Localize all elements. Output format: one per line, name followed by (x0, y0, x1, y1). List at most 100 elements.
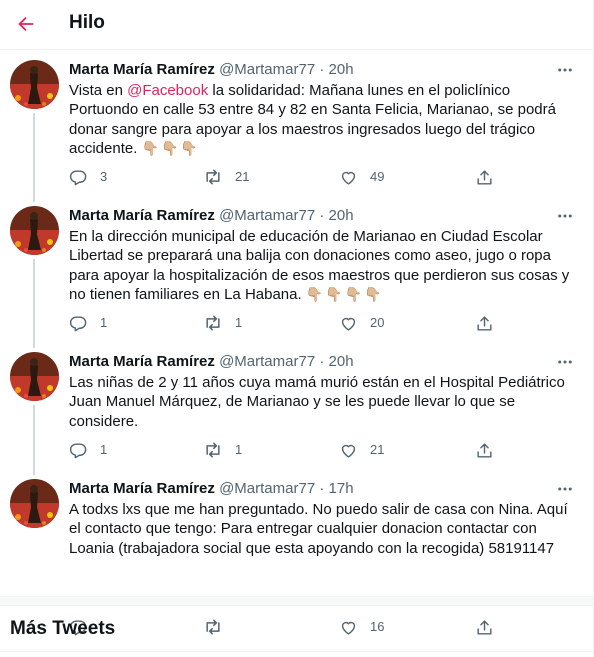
tweet-text: Vista en @Facebook la solidaridad: Mañan… (69, 81, 574, 159)
divider (0, 651, 593, 652)
reply-button[interactable]: 3 (69, 167, 107, 187)
back-button[interactable] (14, 12, 38, 36)
share-button[interactable] (475, 617, 494, 637)
page-title: Hilo (69, 12, 105, 33)
thread-line (33, 113, 35, 200)
tweet-text: A todxs lxs que me han preguntado. No pu… (69, 500, 574, 558)
timestamp[interactable]: 20h (329, 207, 354, 224)
emoji: 👇🏼👇🏼👇🏼👇🏼 (305, 286, 384, 303)
author-name[interactable]: Marta María Ramírez (69, 61, 215, 78)
reply-bubble-icon (69, 315, 87, 331)
mention-link[interactable]: @Facebook (127, 82, 208, 99)
author-handle[interactable]: @Martamar77 (219, 353, 315, 370)
tweet-text: En la dirección municipal de educación d… (69, 227, 574, 305)
more-dots-icon (558, 487, 572, 491)
retweet-button[interactable] (203, 617, 235, 637)
section-separator (0, 596, 593, 606)
arrow-left-icon (18, 16, 34, 32)
retweet-count: 1 (235, 442, 243, 457)
like-count: 20 (370, 315, 385, 330)
tweet-actions: 1 1 20 (69, 313, 499, 333)
tweet-text-part: Vista en (69, 82, 128, 99)
timestamp[interactable]: 20h (329, 353, 354, 370)
like-button[interactable]: 16 (339, 617, 384, 637)
avatar[interactable] (10, 352, 59, 401)
more-button[interactable] (555, 479, 575, 499)
tweet-header: Marta María Ramírez @Martamar77 · 20h (69, 352, 354, 372)
like-button[interactable]: 49 (339, 167, 384, 187)
more-tweets-heading: Más Tweets (10, 618, 116, 639)
tweet-actions: 3 21 49 (69, 167, 499, 187)
share-button[interactable] (475, 440, 494, 460)
share-button[interactable] (475, 313, 494, 333)
retweet-icon (206, 315, 220, 331)
tweet-header: Marta María Ramírez @Martamar77 · 20h (69, 206, 354, 226)
tweet-actions: 1 1 21 (69, 440, 499, 460)
timestamp[interactable]: 17h (329, 480, 354, 497)
tweet-text-part: Las niñas de 2 y 11 años cuya mamá murió… (69, 374, 565, 430)
share-icon (477, 315, 492, 331)
tweet-header: Marta María Ramírez @Martamar77 · 17h (69, 479, 354, 499)
more-button[interactable] (555, 60, 575, 80)
reply-button[interactable]: 1 (69, 313, 107, 333)
share-icon (477, 619, 492, 635)
thread-line (33, 405, 35, 473)
thread-line (33, 342, 35, 348)
more-button[interactable] (555, 352, 575, 372)
tweet[interactable]: Marta María Ramírez @Martamar77 · 20h Vi… (0, 50, 593, 200)
retweet-button[interactable]: 1 (203, 440, 242, 460)
like-button[interactable]: 20 (339, 313, 384, 333)
thread-line (33, 196, 35, 202)
like-count: 49 (370, 169, 385, 184)
tweet-text-part: A todxs lxs que me han preguntado. No pu… (69, 501, 568, 557)
heart-icon (341, 317, 356, 331)
like-button[interactable]: 21 (339, 440, 384, 460)
avatar[interactable] (10, 60, 59, 109)
thread-page: Hilo Marta María Ramírez @Martamar77 · 2… (0, 0, 594, 657)
share-button[interactable] (475, 167, 494, 187)
retweet-count: 21 (235, 169, 250, 184)
more-dots-icon (558, 360, 572, 364)
author-handle[interactable]: @Martamar77 (219, 207, 315, 224)
author-handle[interactable]: @Martamar77 (219, 480, 315, 497)
author-name[interactable]: Marta María Ramírez (69, 207, 215, 224)
reply-count: 3 (100, 169, 108, 184)
like-count: 16 (370, 619, 385, 634)
reply-button[interactable]: 1 (69, 440, 107, 460)
heart-icon (341, 171, 356, 185)
reply-count: 1 (100, 442, 108, 457)
author-name[interactable]: Marta María Ramírez (69, 353, 215, 370)
author-handle[interactable]: @Martamar77 (219, 61, 315, 78)
reply-bubble-icon (69, 169, 87, 185)
retweet-button[interactable]: 1 (203, 313, 242, 333)
reply-count: 1 (100, 315, 108, 330)
separator-dot: · (319, 207, 325, 224)
heart-icon (341, 621, 356, 635)
more-button[interactable] (555, 206, 575, 226)
retweet-count: 1 (235, 315, 243, 330)
more-dots-icon (558, 214, 572, 218)
avatar[interactable] (10, 479, 59, 528)
tweet[interactable]: Marta María Ramírez @Martamar77 · 20h La… (0, 342, 593, 473)
tweet-text: Las niñas de 2 y 11 años cuya mamá murió… (69, 373, 574, 431)
tweet[interactable]: Marta María Ramírez @Martamar77 · 20h En… (0, 196, 593, 346)
share-icon (477, 169, 492, 185)
timestamp[interactable]: 20h (329, 61, 354, 78)
avatar[interactable] (10, 206, 59, 255)
like-count: 21 (370, 442, 385, 457)
header: Hilo (0, 0, 593, 50)
retweet-button[interactable]: 21 (203, 167, 249, 187)
retweet-icon (206, 619, 220, 635)
reply-bubble-icon (69, 442, 87, 458)
author-name[interactable]: Marta María Ramírez (69, 480, 215, 497)
share-icon (477, 442, 492, 458)
emoji: 👇🏼👇🏼👇🏼 (141, 140, 200, 157)
heart-icon (341, 444, 356, 458)
retweet-icon (206, 442, 220, 458)
separator-dot: · (319, 480, 325, 497)
more-dots-icon (558, 68, 572, 72)
tweet[interactable]: Marta María Ramírez @Martamar77 · 17h A … (0, 469, 593, 635)
retweet-icon (206, 169, 220, 185)
separator-dot: · (319, 61, 325, 78)
thread-line (33, 259, 35, 346)
